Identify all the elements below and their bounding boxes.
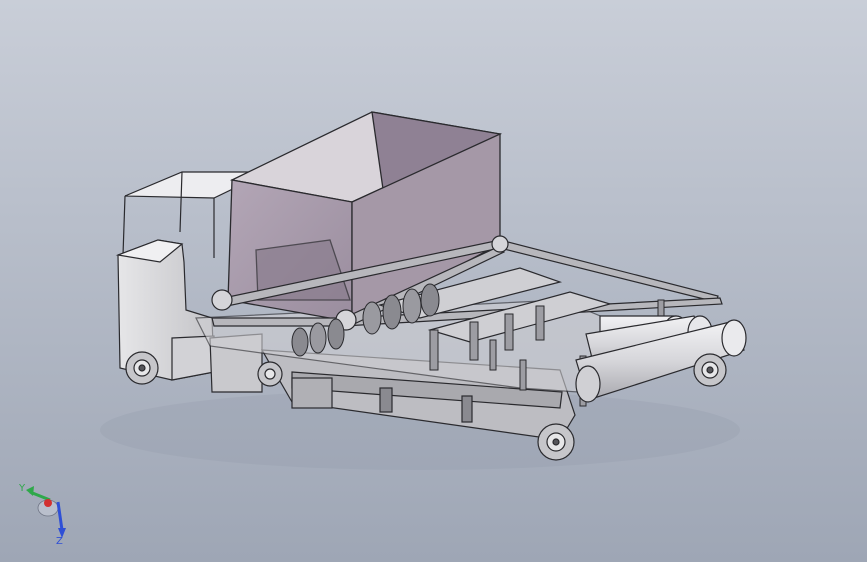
- z-axis-label: Z: [56, 536, 63, 547]
- y-axis-label: Y: [18, 483, 26, 494]
- x-axis-marker-icon: [44, 499, 52, 507]
- wheel[interactable]: [125, 351, 159, 385]
- cad-viewport[interactable]: Y Z: [0, 0, 867, 562]
- orientation-triad: Y Z: [18, 483, 66, 547]
- y-axis-arrowhead-icon: [26, 486, 34, 496]
- wheel[interactable]: [693, 353, 727, 387]
- z-axis-arrow-icon: [56, 501, 64, 531]
- cad-model-view[interactable]: Y Z: [0, 0, 867, 562]
- wheel[interactable]: [537, 423, 575, 461]
- wheel[interactable]: [257, 361, 283, 387]
